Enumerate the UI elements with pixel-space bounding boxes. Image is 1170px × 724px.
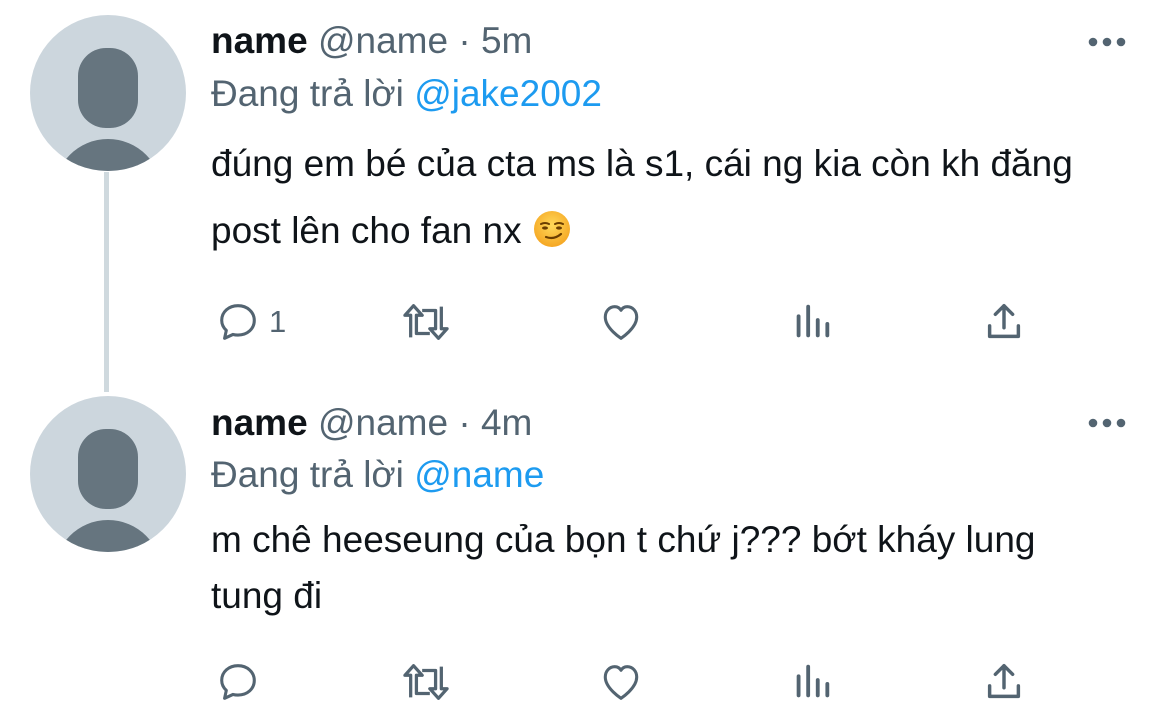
replying-to-label: Đang trả lời <box>211 73 404 114</box>
replying-to-label: Đang trả lời <box>211 454 404 495</box>
tweet-2[interactable]: name @name · 4m Đang trả lời @name m chê… <box>0 380 1170 724</box>
avatar[interactable] <box>30 15 186 171</box>
retweet-icon <box>403 664 449 700</box>
share-icon <box>987 663 1021 699</box>
views-button[interactable] <box>789 296 835 348</box>
like-button[interactable] <box>597 656 645 708</box>
more-icon[interactable] <box>1086 35 1128 49</box>
avatar[interactable] <box>30 396 186 552</box>
tweet-actions <box>211 656 1111 708</box>
reply-mention-link[interactable]: @name <box>414 454 544 495</box>
views-icon <box>796 664 830 698</box>
user-handle[interactable]: @name <box>318 402 448 443</box>
display-name[interactable]: name <box>211 402 308 443</box>
like-icon <box>603 665 639 700</box>
tweet-text: đúng em bé của cta ms là s1, cái ng kia … <box>211 143 1073 251</box>
avatar-body-shape <box>54 520 162 552</box>
views-button[interactable] <box>789 656 835 708</box>
replying-to: Đang trả lời @jake2002 <box>211 72 602 116</box>
retweet-button[interactable] <box>399 656 453 708</box>
tweet-header: name @name · 4m <box>211 401 532 445</box>
reply-count: 1 <box>269 304 287 339</box>
smirking-face-emoji-icon <box>533 211 570 247</box>
like-button[interactable] <box>597 296 645 348</box>
tweet-header: name @name · 5m <box>211 19 532 63</box>
timestamp[interactable]: 5m <box>481 20 532 61</box>
replying-to: Đang trả lời @name <box>211 453 544 497</box>
tweet-text-container: m chê heeseung của bọn t chứ j??? bớt kh… <box>211 512 1111 624</box>
separator-dot: · <box>458 20 471 61</box>
separator-dot: · <box>458 402 471 443</box>
reply-mention-link[interactable]: @jake2002 <box>414 73 602 114</box>
more-icon[interactable] <box>1086 416 1128 430</box>
tweet-1[interactable]: name @name · 5m Đang trả lời @jake2002 đ… <box>0 0 1170 380</box>
retweet-button[interactable] <box>399 296 453 348</box>
display-name[interactable]: name <box>211 20 308 61</box>
share-icon <box>987 303 1021 339</box>
tweet-text: m chê heeseung của bọn t chứ j??? bớt kh… <box>211 519 1036 616</box>
reply-icon <box>220 664 256 700</box>
reply-button[interactable] <box>215 656 261 708</box>
avatar-head-shape <box>78 429 138 509</box>
views-icon <box>796 304 830 338</box>
reply-button[interactable]: 1 <box>215 296 286 348</box>
share-button[interactable] <box>981 296 1027 348</box>
tweet-text-container: đúng em bé của cta ms là s1, cái ng kia … <box>211 130 1141 264</box>
like-icon <box>603 305 639 340</box>
share-button[interactable] <box>981 656 1027 708</box>
timestamp[interactable]: 4m <box>481 402 532 443</box>
user-handle[interactable]: @name <box>318 20 448 61</box>
avatar-body-shape <box>54 139 162 171</box>
retweet-icon <box>403 304 449 340</box>
avatar-head-shape <box>78 48 138 128</box>
reply-icon <box>220 304 256 340</box>
tweet-actions: 1 <box>211 296 1111 348</box>
